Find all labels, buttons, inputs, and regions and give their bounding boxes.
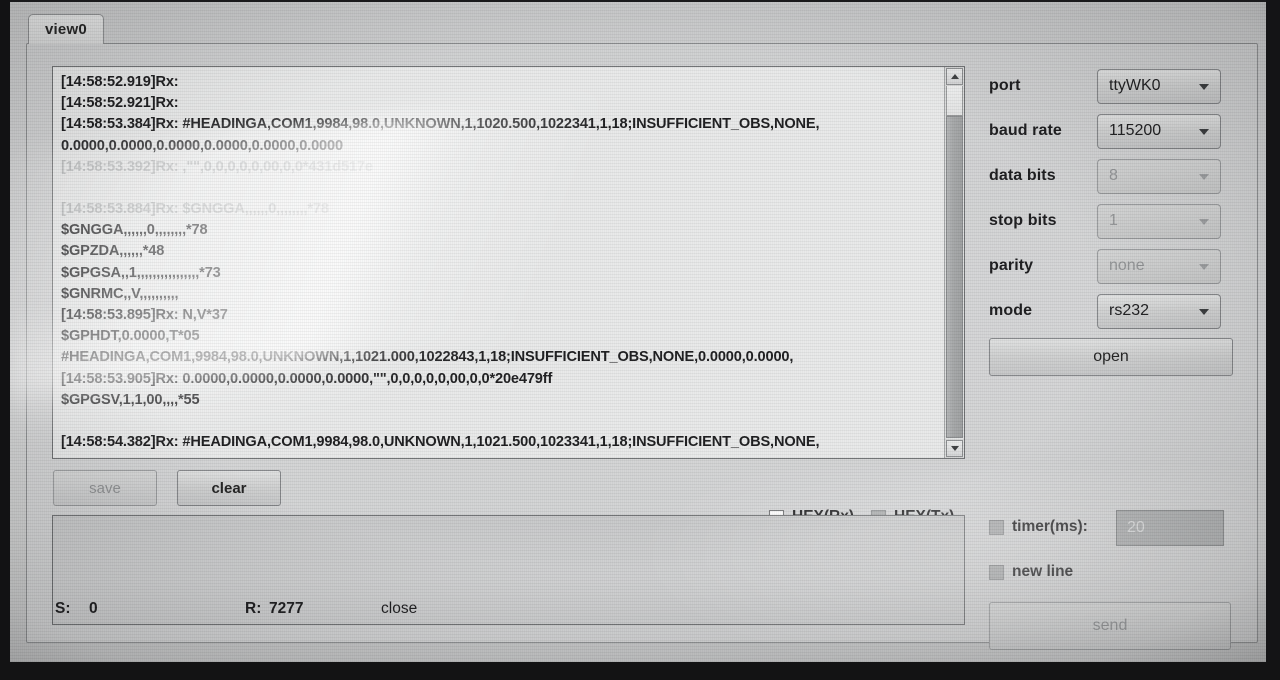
receive-log-panel: [14:58:52.919]Rx: [14:58:52.921]Rx: [14:58… [52,66,965,459]
bezel-right [1266,0,1280,680]
mode-label: mode [989,302,1033,319]
timer-label: timer(ms): [1012,518,1088,535]
baud-rate-select-value: 115200 [1109,122,1162,139]
mode-select-value: rs232 [1109,302,1150,319]
main-panel: [14:58:52.919]Rx: [14:58:52.921]Rx: [14:58… [26,43,1258,650]
log-line: $GPGSA,,1,,,,,,,,,,,,,,,,*73 [61,264,221,281]
tab-view0[interactable]: view0 [28,14,104,44]
received-count-value: 7277 [269,600,304,617]
stop-bits-select-value: 1 [1109,212,1118,229]
data-bits-select-value: 8 [1109,167,1118,184]
log-line: [14:58:53.392]Rx: ,"",0,0,0,0,0,00,0,0*4… [61,158,373,175]
stop-bits-select[interactable]: 1 [1097,203,1221,239]
tab-view0-label: view0 [45,21,87,38]
setting-row-baud-rate: baud rate 115200 [979,111,1235,151]
chevron-down-icon [1199,309,1209,315]
log-line: $GPGSV,1,1,00,,,,*55 [61,391,200,408]
screen-photo: view0 [14:58:52.919]Rx: [14:58:52.921]Rx:… [0,0,1280,680]
new-line-checkbox[interactable] [989,564,1004,580]
port-label: port [989,77,1021,94]
chevron-down-icon [1199,129,1209,135]
baud-rate-select[interactable]: 115200 [1097,113,1221,149]
log-line: [14:58:53.905]Rx: 0.0000,0.0000,0.0000,0… [61,370,553,387]
timer-checkbox[interactable] [989,519,1004,535]
log-line: $GNRMC,,V,,,,,,,,,, [61,285,179,302]
stop-bits-label: stop bits [989,212,1057,229]
data-bits-select[interactable]: 8 [1097,158,1221,194]
chevron-down-icon [1199,264,1209,270]
port-select[interactable]: ttyWK0 [1097,68,1221,104]
sent-count-value: 0 [89,600,98,617]
setting-row-parity: parity none [979,246,1235,286]
setting-row-data-bits: data bits 8 [979,156,1235,196]
log-line: [14:58:53.895]Rx: N,V*37 [61,307,228,324]
log-line: [14:58:53.884]Rx: $GNGGA,,,,,,0,,,,,,,,*… [61,201,329,218]
chevron-down-icon [1199,174,1209,180]
chevron-down-icon [1199,84,1209,90]
send-button-label: send [1092,617,1128,634]
log-line: $GNGGA,,,,,,0,,,,,,,,*78 [61,222,208,239]
send-button[interactable]: send [989,602,1231,650]
connection-state: close [381,600,418,617]
setting-row-mode: mode rs232 [979,291,1235,331]
save-button-label: save [89,479,121,497]
chevron-down-icon [1199,219,1209,225]
log-line: $GPHDT,0.0000,T*05 [61,328,200,345]
clear-button[interactable]: clear [177,470,281,506]
status-bar: S: 0 R: 7277 close [51,600,971,624]
log-line: [14:58:52.919]Rx: [61,74,179,90]
receive-log-text[interactable]: [14:58:52.919]Rx: [14:58:52.921]Rx: [14:58… [53,67,944,458]
parity-label: parity [989,257,1034,274]
clear-button-label: clear [211,479,247,497]
timer-interval-value: 20 [1127,519,1145,536]
scrollbar-thumb[interactable] [946,116,963,438]
scroll-up-button[interactable] [946,68,963,85]
parity-select-value: none [1109,257,1145,274]
tab-bar: view0 [20,14,1258,44]
mode-select[interactable]: rs232 [1097,293,1221,329]
save-button[interactable]: save [53,470,157,506]
data-bits-label: data bits [989,167,1056,184]
log-line: 0.0000,0.0000,0.0000,0.0000,0.0000,0.000… [61,137,343,154]
log-line: [14:58:52.921]Rx: [61,95,179,112]
scrollbar-track-upper[interactable] [946,86,963,116]
chevron-down-icon [950,446,959,451]
chevron-up-icon [950,74,959,79]
application-window: view0 [14:58:52.919]Rx: [14:58:52.921]Rx:… [10,2,1266,662]
new-line-checkbox-row[interactable]: new line [989,563,1073,581]
log-line: [14:58:54.382]Rx: #HEADINGA,COM1,9984,98… [61,434,820,451]
log-line: [14:58:53.384]Rx: #HEADINGA,COM1,9984,98… [61,116,820,133]
bezel-bottom [0,660,1280,680]
open-port-button[interactable]: open [989,338,1233,376]
baud-rate-label: baud rate [989,122,1062,139]
scroll-down-button[interactable] [946,440,963,457]
bezel-left [0,0,10,680]
setting-row-port: port ttyWK0 [979,66,1235,106]
parity-select[interactable]: none [1097,248,1221,284]
sent-count-label: S: [55,600,71,617]
log-line: #HEADINGA,COM1,9984,98.0,UNKNOWN,1,1021.… [61,349,794,366]
received-count-label: R: [245,600,262,617]
new-line-label: new line [1012,563,1074,580]
timer-interval-input[interactable]: 20 [1116,510,1224,546]
log-line: $GPZDA,,,,,,*48 [61,243,165,260]
timer-checkbox-row[interactable]: timer(ms): [989,518,1088,536]
setting-row-stop-bits: stop bits 1 [979,201,1235,241]
log-scrollbar[interactable] [944,67,964,458]
port-select-value: ttyWK0 [1109,77,1161,94]
open-port-button-label: open [1093,348,1129,365]
